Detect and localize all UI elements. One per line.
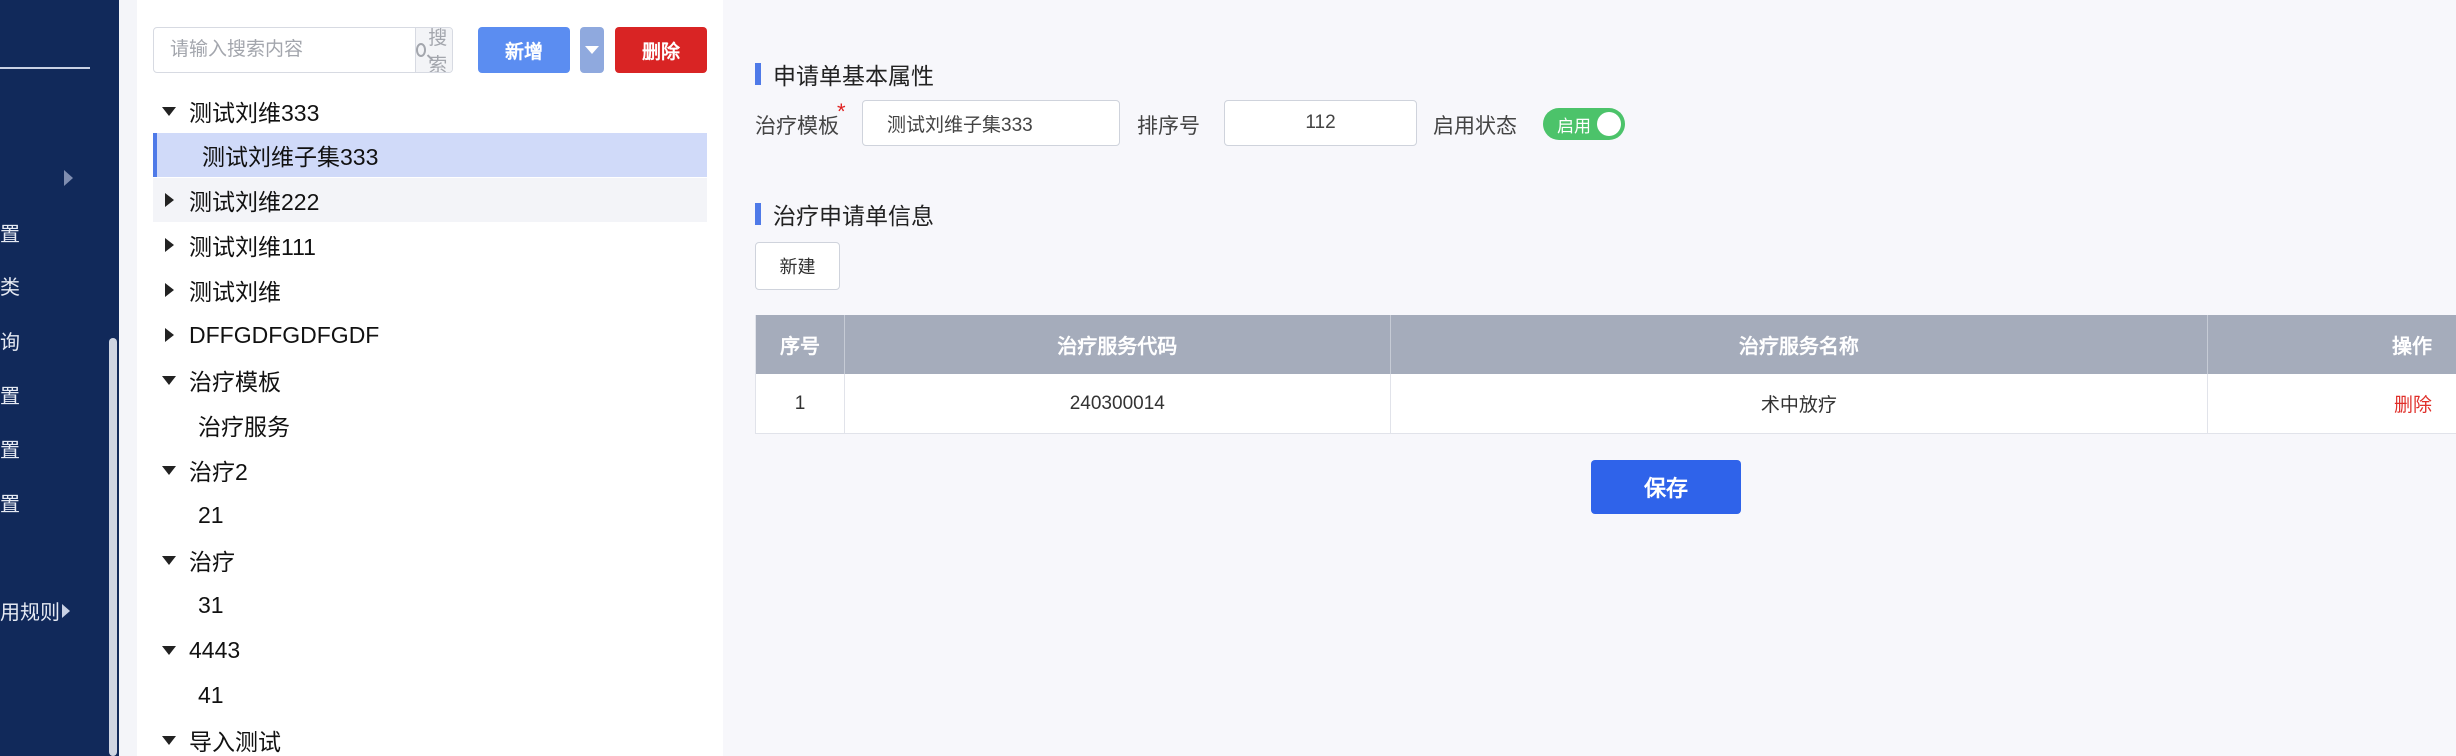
tree-node-label: 治疗服务 (198, 414, 290, 440)
sidebar-item-7[interactable]: 用规则 (0, 600, 70, 626)
expand-toggle-icon[interactable] (157, 555, 181, 565)
cell-index: 1 (756, 374, 845, 433)
tree-node[interactable]: 4443 (153, 628, 707, 672)
sidebar-item-1[interactable]: 置 (0, 222, 20, 248)
tree-node[interactable]: DFFGDFGDFGDF (153, 313, 707, 357)
tree-node-label: 21 (198, 501, 224, 528)
sort-label: 排序号 (1137, 115, 1200, 138)
tree-node[interactable]: 测试刘维222 (153, 178, 707, 222)
basic-section-title: 申请单基本属性 (755, 57, 934, 91)
info-section-title-text: 治疗申请单信息 (773, 203, 934, 229)
tree-node-label: 4443 (189, 636, 241, 663)
sidebar-scrollbar[interactable] (109, 338, 117, 756)
tree-node[interactable]: 31 (153, 583, 707, 627)
tree-node-label: 测试刘维111 (189, 234, 316, 260)
tree-node-label: 41 (198, 681, 224, 708)
save-button[interactable]: 保存 (1591, 460, 1741, 514)
expand-toggle-icon[interactable] (157, 328, 181, 342)
template-field[interactable]: 测试刘维子集333 (862, 100, 1120, 146)
sidebar: 置 类 询 置 置 置 用规则 (0, 0, 119, 756)
header-name: 治疗服务名称 (1391, 315, 2209, 374)
sidebar-item-4[interactable]: 置 (0, 384, 20, 410)
new-row-button[interactable]: 新建 (755, 242, 840, 290)
info-section-title: 治疗申请单信息 (755, 197, 934, 231)
section-marker (755, 63, 761, 85)
header-code: 治疗服务代码 (845, 315, 1391, 374)
expand-toggle-icon[interactable] (157, 283, 181, 297)
tree-node[interactable]: 治疗模板 (153, 358, 707, 402)
tree-node-label: DFFGDFGDFGDF (189, 321, 380, 348)
tree-node-label: 31 (198, 591, 224, 618)
cell-name: 术中放疗 (1391, 374, 2209, 433)
sidebar-divider (0, 67, 90, 69)
status-toggle[interactable]: 启用 (1543, 108, 1625, 140)
template-label: 治疗模板 (755, 115, 839, 138)
header-action: 操作 (2392, 336, 2432, 358)
tree-node[interactable]: 测试刘维 (153, 268, 707, 312)
sort-field[interactable]: 112 (1224, 100, 1417, 146)
cell-code: 240300014 (845, 374, 1391, 433)
basic-section-title-text: 申请单基本属性 (773, 63, 934, 89)
tree-node-label: 测试刘维 (189, 279, 281, 305)
table-header: 序号 治疗服务代码 治疗服务名称 操作 (756, 315, 2456, 374)
expand-toggle-icon[interactable] (157, 238, 181, 252)
sidebar-item-2[interactable]: 类 (0, 275, 20, 301)
add-button[interactable]: 新增 (478, 27, 570, 73)
toggle-knob (1597, 112, 1621, 136)
tree-node[interactable]: 测试刘维333 (153, 89, 707, 133)
chevron-right-icon[interactable] (64, 170, 73, 186)
tree-panel: 搜索 新增 删除 测试刘维333 测试刘维子集333 测试刘维222 测试刘维1… (137, 0, 723, 756)
tree-node-label: 测试刘维子集333 (202, 144, 379, 170)
main-content: 申请单基本属性 治疗模板 * 测试刘维子集333 排序号 112 启用状态 启用… (723, 0, 2456, 756)
tree-node-label: 治疗模板 (189, 369, 281, 395)
search-icon (416, 43, 427, 57)
caret-right-icon (62, 604, 70, 618)
sort-field-value: 112 (1305, 112, 1336, 133)
caret-down-icon (585, 46, 599, 54)
services-table: 序号 治疗服务代码 治疗服务名称 操作 1 240300014 术中放疗 删除 (755, 315, 2456, 434)
header-index: 序号 (756, 315, 845, 374)
status-toggle-label: 启用 (1557, 116, 1591, 136)
tree-node[interactable]: 测试刘维111 (153, 223, 707, 267)
sidebar-item-5[interactable]: 置 (0, 438, 20, 464)
tree-node[interactable]: 治疗2 (153, 448, 707, 492)
tree-node-selected[interactable]: 测试刘维子集333 (153, 133, 707, 177)
tree-node[interactable]: 导入测试 (153, 718, 707, 756)
required-icon: * (837, 99, 846, 124)
tree-node[interactable]: 41 (153, 673, 707, 717)
search-input[interactable] (154, 28, 415, 72)
expand-toggle-icon[interactable] (157, 106, 181, 116)
search-box: 搜索 (153, 27, 453, 73)
table-row: 1 240300014 术中放疗 删除 (756, 374, 2456, 434)
row-delete-link[interactable]: 删除 (2394, 390, 2432, 417)
expand-toggle-icon[interactable] (157, 465, 181, 475)
section-marker (755, 203, 761, 225)
tree-node[interactable]: 治疗服务 (153, 403, 707, 447)
tree-node-label: 治疗2 (189, 459, 248, 485)
sidebar-item-7-label: 用规则 (0, 602, 60, 624)
template-field-value: 测试刘维子集333 (887, 114, 1033, 136)
tree-node-label: 测试刘维333 (189, 100, 320, 126)
add-dropdown-button[interactable] (580, 27, 604, 73)
search-button[interactable]: 搜索 (415, 28, 452, 72)
sidebar-item-6[interactable]: 置 (0, 492, 20, 518)
tree-node-label: 治疗 (189, 549, 235, 575)
cell-action: 删除 (2208, 374, 2456, 433)
expand-toggle-icon[interactable] (157, 645, 181, 655)
tree-node[interactable]: 治疗 (153, 538, 707, 582)
tree-node-label: 导入测试 (189, 729, 281, 755)
expand-toggle-icon[interactable] (157, 735, 181, 745)
expand-toggle-icon[interactable] (157, 375, 181, 385)
search-button-label: 搜索 (428, 28, 448, 73)
expand-toggle-icon[interactable] (157, 193, 181, 207)
tree-node[interactable]: 21 (153, 493, 707, 537)
status-label: 启用状态 (1433, 115, 1517, 138)
sidebar-item-3[interactable]: 询 (0, 330, 20, 356)
delete-button[interactable]: 删除 (615, 27, 707, 73)
tree-node-label: 测试刘维222 (189, 189, 320, 215)
